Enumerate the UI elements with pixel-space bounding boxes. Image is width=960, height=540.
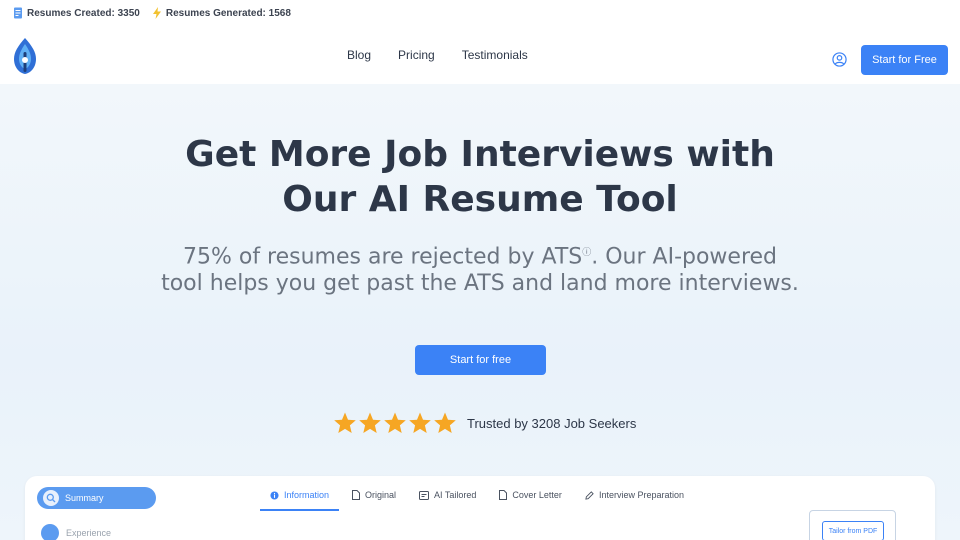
resumes-created-stat: Resumes Created: 3350 [13, 7, 140, 19]
tab-original[interactable]: Original [352, 490, 396, 510]
resumes-generated-stat: Resumes Generated: 1568 [152, 7, 291, 19]
lightning-icon [152, 7, 161, 19]
sidebar-item-label: Summary [65, 493, 104, 503]
nav-links: Blog Pricing Testimonials [347, 26, 555, 84]
sidebar-item-summary[interactable]: Summary [37, 487, 156, 509]
nav-link-testimonials[interactable]: Testimonials [462, 48, 528, 62]
tab-interview-preparation[interactable]: Interview Preparation [585, 490, 684, 510]
app-preview-card: Summary Experience Information Original … [25, 476, 935, 540]
resumes-created-text: Resumes Created: 3350 [27, 7, 140, 19]
preview-tabs: Information Original AI Tailored Cover L… [259, 490, 707, 511]
rating: Trusted by 3208 Job Seekers [333, 411, 636, 435]
tailor-from-pdf-button[interactable]: Tailor from PDF [822, 521, 884, 540]
nav-link-blog[interactable]: Blog [347, 48, 371, 62]
file-icon [499, 490, 508, 500]
document-icon [14, 7, 22, 19]
ai-icon [419, 490, 430, 500]
tab-label: AI Tailored [434, 490, 477, 500]
resumes-generated-text: Resumes Generated: 1568 [165, 7, 291, 19]
tab-label: Original [365, 490, 397, 500]
star-icon [409, 412, 431, 433]
sidebar-item-label: Experience [66, 528, 112, 538]
file-icon [352, 490, 361, 500]
info-icon[interactable]: ⓘ [582, 248, 591, 258]
tailor-panel: Tailor from PDF [809, 510, 896, 540]
headline-line-1: Get More Job Interviews with [185, 134, 775, 175]
tab-ai-tailored[interactable]: AI Tailored [419, 490, 476, 510]
logo-icon[interactable] [10, 36, 40, 76]
tab-label: Interview Preparation [598, 490, 684, 500]
tab-label: Information [284, 490, 330, 500]
tab-cover-letter[interactable]: Cover Letter [499, 490, 562, 510]
trust-text: Trusted by 3208 Job Seekers [467, 415, 637, 431]
star-icon [359, 412, 381, 433]
info-icon [270, 490, 279, 500]
sidebar-item-experience[interactable]: Experience [41, 524, 111, 540]
user-icon[interactable] [832, 52, 847, 67]
search-icon [43, 490, 59, 506]
edit-icon [585, 490, 594, 500]
tab-information[interactable]: Information [259, 490, 340, 511]
hero-subheadline: 75% of resumes are rejected by ATSⓘ. Our… [160, 240, 800, 297]
start-for-free-nav-button[interactable]: Start for Free [861, 45, 948, 75]
hero-headline: Get More Job Interviews with Our AI Resu… [0, 132, 960, 222]
experience-icon [41, 524, 59, 540]
subhead-part-1: 75% of resumes are rejected by ATS [182, 244, 583, 270]
headline-line-2: Our AI Resume Tool [282, 179, 678, 220]
star-icon [434, 412, 456, 433]
stats-bar: Resumes Created: 3350 Resumes Generated:… [0, 0, 960, 26]
star-icon [384, 412, 406, 433]
nav-link-pricing[interactable]: Pricing [398, 48, 435, 62]
start-for-free-hero-button[interactable]: Start for free [415, 345, 546, 375]
star-icon [334, 412, 356, 433]
navbar: Blog Pricing Testimonials Start for Free [0, 26, 960, 84]
tab-label: Cover Letter [512, 490, 562, 500]
